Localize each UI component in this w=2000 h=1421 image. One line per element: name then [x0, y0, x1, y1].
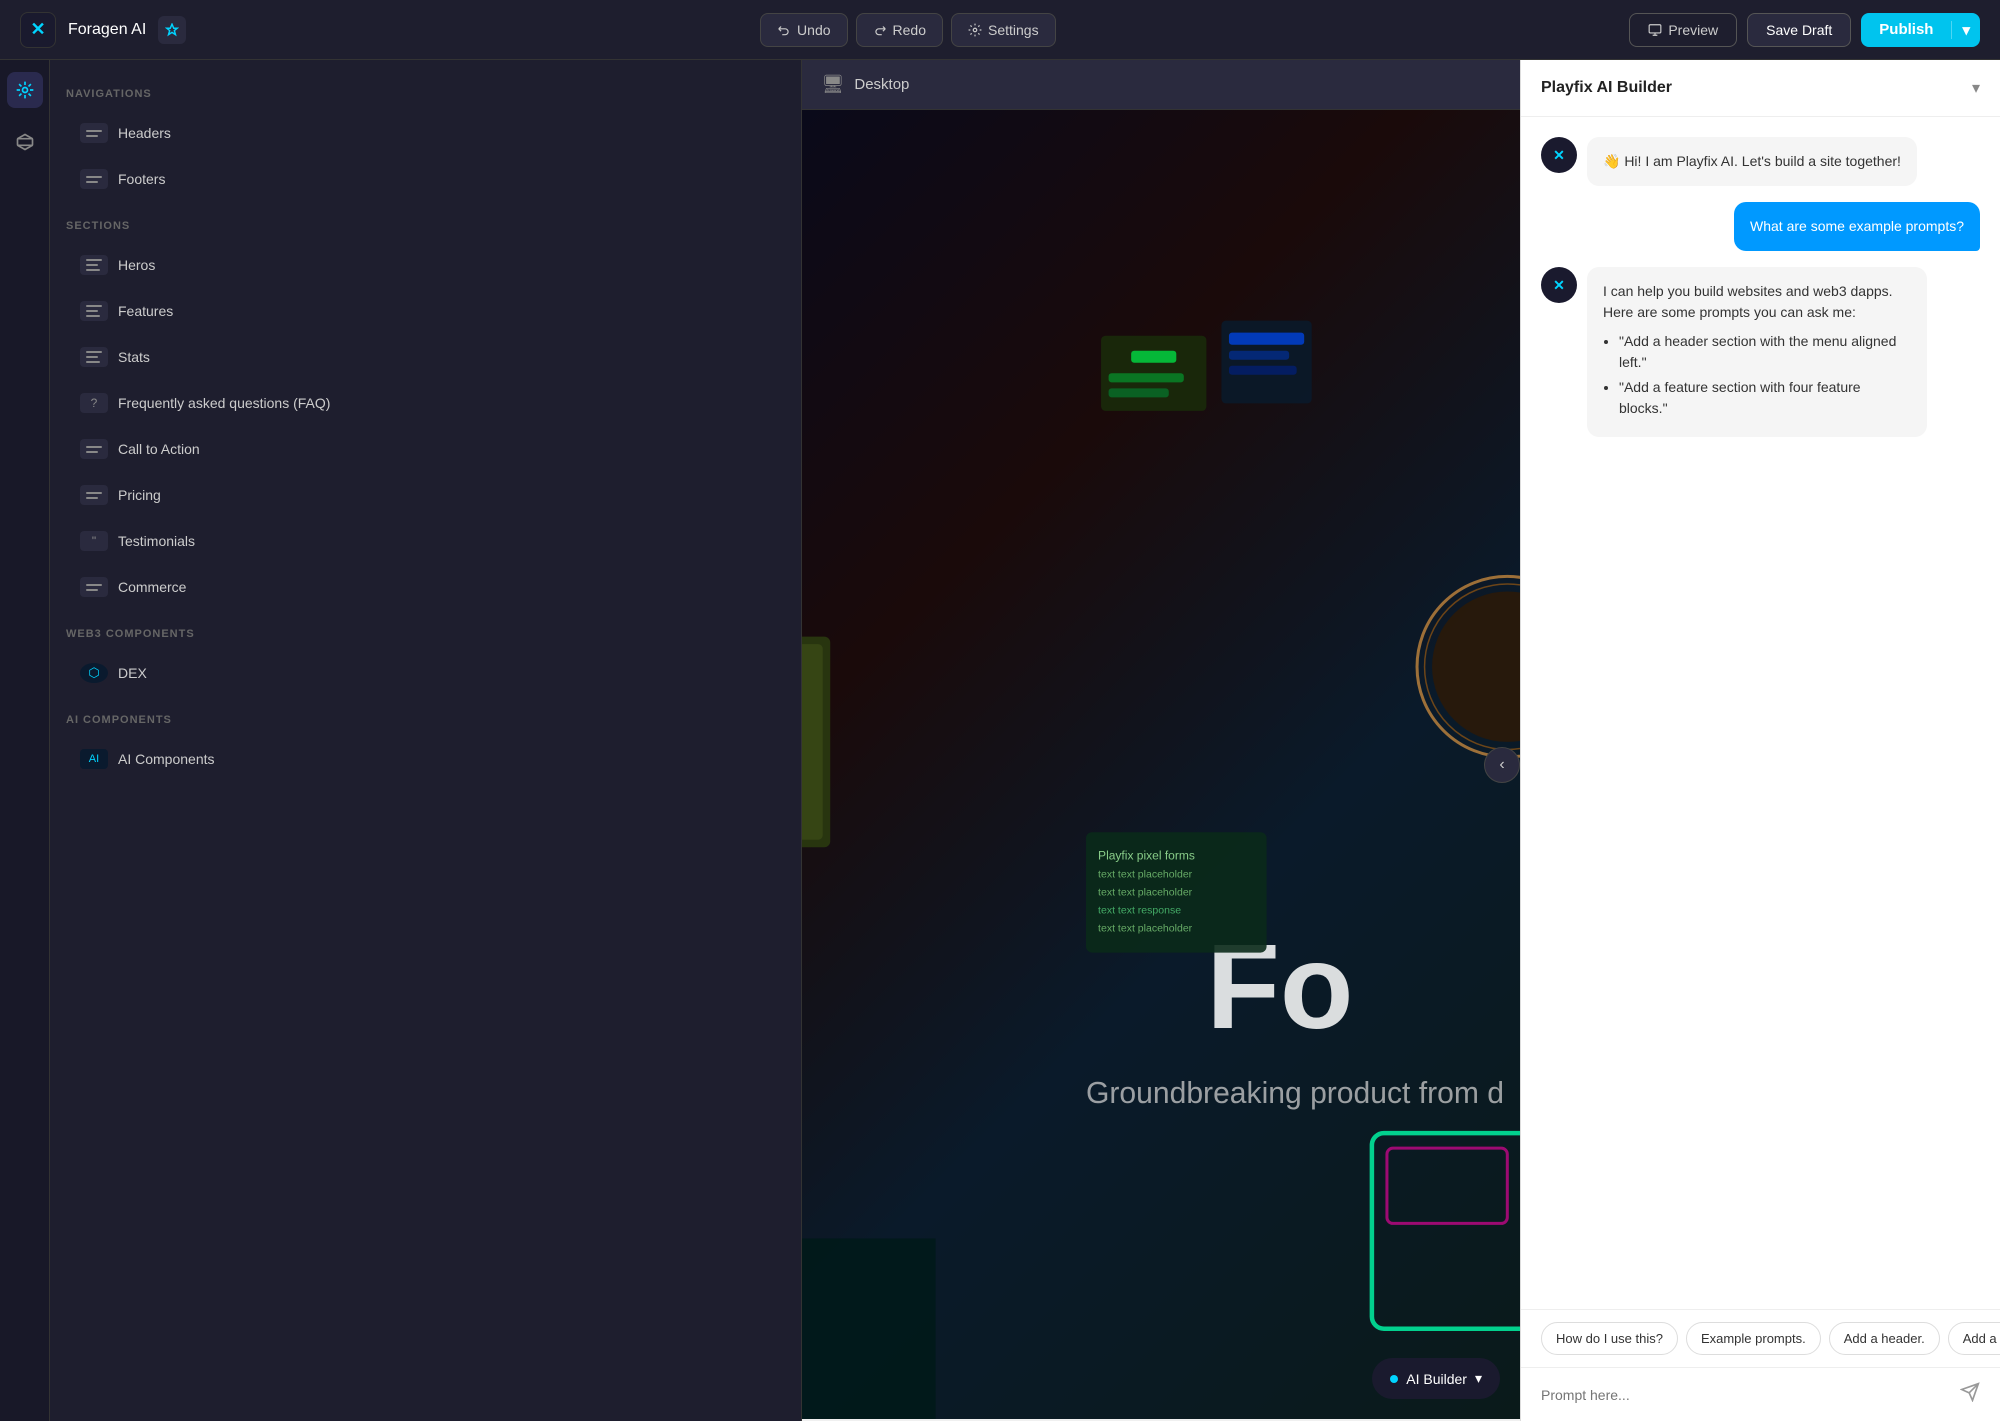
send-button[interactable]: [1960, 1382, 1980, 1407]
pricing-icon: [80, 485, 108, 505]
canvas-header: 🖥 Desktop: [802, 60, 1521, 110]
layers-icon[interactable]: [7, 124, 43, 160]
ai-response-bubble: I can help you build websites and web3 d…: [1587, 267, 1927, 437]
ai-greeting-row: ✕ 👋 Hi! I am Playfix AI. Let's build a s…: [1541, 137, 1980, 186]
sidebar-item-pricing[interactable]: Pricing: [66, 474, 785, 516]
components-icon[interactable]: [7, 72, 43, 108]
prompt-input[interactable]: [1541, 1387, 1950, 1403]
canvas-view-label: Desktop: [854, 76, 909, 93]
user-message-bubble: What are some example prompts?: [1734, 202, 1980, 251]
topbar: ✕ Foragen AI Undo Redo Settings Preview …: [0, 0, 2000, 60]
ai-list-item: "Add a header section with the menu alig…: [1619, 331, 1911, 373]
save-draft-button[interactable]: Save Draft: [1747, 13, 1851, 47]
ai-response-list: "Add a header section with the menu alig…: [1603, 331, 1911, 419]
preview-button[interactable]: Preview: [1629, 13, 1737, 47]
chat-area: ✕ 👋 Hi! I am Playfix AI. Let's build a s…: [1521, 117, 2000, 1309]
sidebar-item-features[interactable]: Features: [66, 290, 785, 332]
ai-avatar: ✕: [1541, 137, 1577, 173]
quick-prompts-bar: How do I use this? Example prompts. Add …: [1521, 1309, 2000, 1367]
topbar-left: ✕ Foragen AI: [20, 12, 186, 48]
user-message-row: What are some example prompts?: [1541, 202, 1980, 251]
publish-chevron-icon[interactable]: ▾: [1951, 21, 1980, 39]
dex-icon: ⬡: [80, 663, 108, 683]
preview-background: [802, 110, 1521, 1419]
app-name: Foragen AI: [68, 21, 146, 39]
ai-builder-fab[interactable]: AI Builder ▾: [1372, 1358, 1500, 1399]
ai-fab-indicator: [1390, 1375, 1398, 1383]
testimonials-icon: ": [80, 531, 108, 551]
sidebar-item-headers[interactable]: Headers: [66, 112, 785, 154]
ai-panel-chevron-icon[interactable]: ▾: [1972, 78, 1980, 98]
canvas-preview-area[interactable]: PLAYFIX BUILDER Fo Groundbreaking produc…: [802, 110, 1521, 1419]
desktop-icon: 🖥: [822, 74, 845, 95]
quick-prompt-more[interactable]: Add a h...: [1948, 1322, 2000, 1355]
sidebar-icon-rail: [0, 60, 50, 1421]
main-layout: NAVIGATIONS Headers Footers SECTIONS Her…: [0, 60, 2000, 1421]
logo-icon[interactable]: ✕: [20, 12, 56, 48]
undo-button[interactable]: Undo: [760, 13, 847, 47]
sidebar-item-cta[interactable]: Call to Action: [66, 428, 785, 470]
pin-button[interactable]: [158, 16, 186, 44]
sidebar-item-faq[interactable]: ? Frequently asked questions (FAQ): [66, 382, 785, 424]
stats-icon: [80, 347, 108, 367]
cta-icon: [80, 439, 108, 459]
ai-list-item: "Add a feature section with four feature…: [1619, 377, 1911, 419]
faq-icon: ?: [80, 393, 108, 413]
sections-label: SECTIONS: [66, 220, 785, 232]
sidebar: NAVIGATIONS Headers Footers SECTIONS Her…: [50, 60, 802, 1421]
web3-label: WEB3 COMPONENTS: [66, 628, 785, 640]
ai-panel-title: Playfix AI Builder: [1541, 79, 1672, 97]
redo-button[interactable]: Redo: [856, 13, 943, 47]
topbar-center: Undo Redo Settings: [760, 13, 1056, 47]
publish-button[interactable]: Publish ▾: [1861, 13, 1980, 47]
sidebar-item-heros[interactable]: Heros: [66, 244, 785, 286]
footers-icon: [80, 169, 108, 189]
navigations-label: NAVIGATIONS: [66, 88, 785, 100]
settings-button[interactable]: Settings: [951, 13, 1056, 47]
ai-avatar-2: ✕: [1541, 267, 1577, 303]
quick-prompt-header[interactable]: Add a header.: [1829, 1322, 1940, 1355]
ai-response-row: ✕ I can help you build websites and web3…: [1541, 267, 1980, 437]
features-icon: [80, 301, 108, 321]
sidebar-item-stats[interactable]: Stats: [66, 336, 785, 378]
sidebar-item-ai-components[interactable]: AI AI Components: [66, 738, 785, 780]
ai-greeting-bubble: 👋 Hi! I am Playfix AI. Let's build a sit…: [1587, 137, 1917, 186]
ai-icon: AI: [80, 749, 108, 769]
quick-prompt-use[interactable]: How do I use this?: [1541, 1322, 1678, 1355]
ai-label: AI COMPONENTS: [66, 714, 785, 726]
headers-icon: [80, 123, 108, 143]
ai-fab-chevron-icon: ▾: [1475, 1370, 1482, 1387]
sidebar-item-dex[interactable]: ⬡ DEX: [66, 652, 785, 694]
panel-collapse-button[interactable]: ‹: [1484, 747, 1520, 783]
ai-panel-header: Playfix AI Builder ▾: [1521, 60, 2000, 117]
heros-icon: [80, 255, 108, 275]
sidebar-item-footers[interactable]: Footers: [66, 158, 785, 200]
commerce-icon: [80, 577, 108, 597]
sidebar-item-commerce[interactable]: Commerce: [66, 566, 785, 608]
sidebar-item-testimonials[interactable]: " Testimonials: [66, 520, 785, 562]
main-canvas: 🖥 Desktop PLAYFIX BUILDER: [802, 60, 1521, 1421]
ai-builder-panel: Playfix AI Builder ▾ ✕ 👋 Hi! I am Playfi…: [1520, 60, 2000, 1421]
topbar-right: Preview Save Draft Publish ▾: [1629, 13, 1980, 47]
quick-prompt-examples[interactable]: Example prompts.: [1686, 1322, 1821, 1355]
prompt-input-area: [1521, 1367, 2000, 1421]
